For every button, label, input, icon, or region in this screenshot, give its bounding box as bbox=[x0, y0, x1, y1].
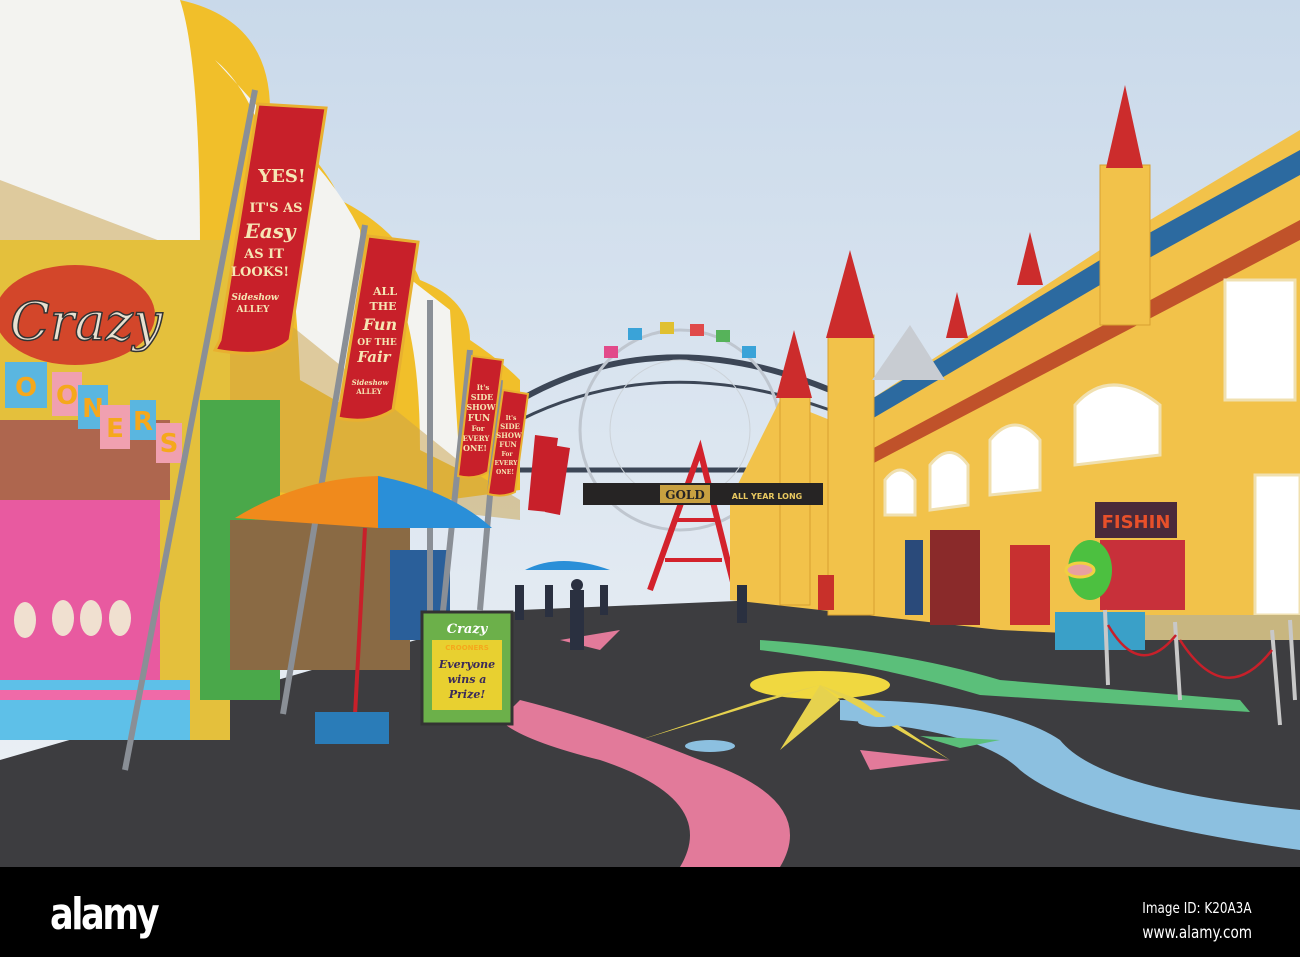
banner-text: YES! bbox=[257, 166, 305, 187]
shop-sign-letter: S bbox=[160, 429, 179, 459]
banner-text: Everyone bbox=[438, 658, 495, 671]
alamy-url: www.alamy.com bbox=[1142, 923, 1252, 943]
banner-text: Prize! bbox=[448, 688, 485, 701]
banner-text: Sideshow bbox=[352, 378, 390, 387]
shop-sign-letter: R bbox=[133, 407, 153, 437]
banner-text: It's bbox=[477, 383, 490, 392]
banner-text: AS IT bbox=[243, 247, 284, 262]
banner-text: FISHIN bbox=[1102, 512, 1171, 533]
image-id: Image ID: K20A3A bbox=[1142, 899, 1252, 917]
banner-text: ONE! bbox=[496, 469, 514, 476]
banner-text: EVERY bbox=[463, 434, 491, 443]
banner-text: EVERY bbox=[495, 460, 519, 467]
shop-sign-letter: E bbox=[106, 414, 124, 444]
watermark-bar: alamy Image ID: K20A3A www.alamy.com bbox=[0, 867, 1300, 957]
banner-text: Sideshow bbox=[231, 293, 279, 303]
banner-text: SIDE bbox=[471, 392, 494, 402]
banner-text: Easy bbox=[243, 219, 296, 243]
shop-sign-letter: O bbox=[56, 381, 78, 411]
banner-text: IT'S AS bbox=[249, 201, 302, 216]
banner-text: FUN bbox=[499, 440, 517, 449]
photo-scene: Crazy O O N E R S YES! IT'S AS Easy AS I… bbox=[0, 0, 1300, 957]
banner-text: GOLD bbox=[665, 488, 705, 502]
gold-all-year-long-banner: GOLD ALL YEAR LONG bbox=[583, 483, 823, 505]
banner-text: OF THE bbox=[357, 338, 397, 348]
banner-text: Fair bbox=[356, 348, 391, 366]
banner-text: Fun bbox=[362, 315, 397, 334]
alamy-logo: alamy bbox=[50, 889, 160, 940]
banner-text: For bbox=[472, 424, 485, 433]
banner-text: ONE! bbox=[463, 443, 487, 453]
banner-text: Crazy bbox=[447, 622, 489, 637]
banner-text: THE bbox=[370, 300, 397, 313]
banner-text: wins a bbox=[448, 673, 487, 686]
luna-park-photo: Crazy O O N E R S YES! IT'S AS Easy AS I… bbox=[0, 0, 1300, 867]
banner-text: ALL YEAR LONG bbox=[732, 492, 802, 501]
banner-text: SHOW bbox=[466, 402, 496, 412]
banner-text: ALLEY bbox=[236, 305, 270, 315]
banner-text: FUN bbox=[468, 414, 490, 424]
banner-text: SIDE bbox=[500, 422, 520, 431]
fishing-sign: FISHIN bbox=[1095, 502, 1177, 538]
banner-text: LOOKS! bbox=[231, 265, 289, 280]
shop-sign-letter: O bbox=[15, 373, 37, 403]
banner-text: It's bbox=[506, 415, 517, 422]
banner-text: CROONERS bbox=[445, 644, 489, 652]
banner-text: SHOW bbox=[496, 431, 522, 440]
banner-text: ALLEY bbox=[355, 387, 383, 396]
shop-sign-script: Crazy bbox=[10, 293, 163, 353]
banner-text: For bbox=[501, 451, 513, 458]
crazy-crooners-a-frame-sign: Crazy CROONERS Everyone wins a Prize! bbox=[420, 610, 514, 726]
banner-text: ALL bbox=[372, 285, 397, 298]
